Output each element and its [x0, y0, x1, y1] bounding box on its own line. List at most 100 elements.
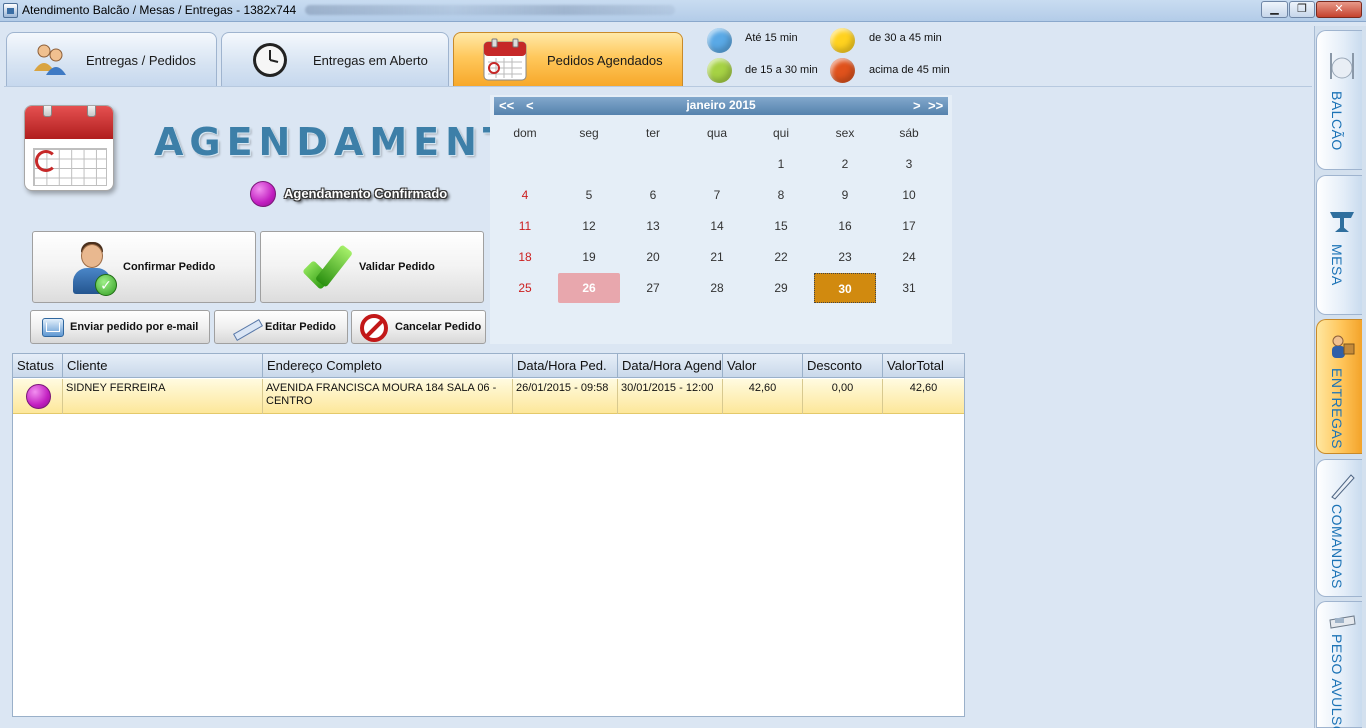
calendar-day[interactable]: 11 [494, 211, 556, 241]
calendar-day[interactable]: 23 [814, 242, 876, 272]
side-tab-comandas[interactable]: COMANDAS [1316, 459, 1362, 597]
calendar-icon [483, 38, 527, 81]
validate-order-button[interactable]: Validar Pedido [260, 231, 484, 303]
calendar-day[interactable]: 10 [878, 180, 940, 210]
table-row[interactable]: SIDNEY FERREIRA AVENIDA FRANCISCA MOURA … [13, 379, 964, 414]
calendar-day[interactable]: 18 [494, 242, 556, 272]
column-header-data-agendamento[interactable]: Data/Hora Agend [618, 354, 723, 378]
cancel-icon [360, 314, 388, 342]
calendar-weekday: qua [706, 126, 728, 140]
next-month-button[interactable]: > [913, 98, 921, 113]
calendar-day[interactable]: 19 [558, 242, 620, 272]
close-button[interactable]: ✕ [1316, 1, 1362, 18]
status-cell [13, 379, 63, 414]
column-header-cliente[interactable]: Cliente [63, 354, 263, 378]
status-dot [26, 384, 51, 409]
calendar-day[interactable]: 26 [558, 273, 620, 303]
column-header-status[interactable]: Status [13, 354, 63, 378]
legend-label: Até 15 min [745, 32, 798, 44]
tab-pedidos-agendados[interactable]: Pedidos Agendados [453, 32, 683, 86]
edit-order-button[interactable]: Editar Pedido [214, 310, 348, 344]
legend-label: acima de 45 min [869, 64, 950, 76]
legend-green-dot [707, 58, 732, 83]
calendar-day[interactable]: 21 [686, 242, 748, 272]
clock-icon [253, 43, 287, 77]
legend-red-dot [830, 58, 855, 83]
pencil-icon [231, 319, 261, 337]
cutlery-icon [1330, 53, 1354, 79]
delivery-icon [1332, 335, 1355, 358]
cancel-order-button[interactable]: Cancelar Pedido [351, 310, 486, 344]
tab-entregas-aberto[interactable]: Entregas em Aberto [221, 32, 449, 86]
pen-icon [1331, 474, 1355, 500]
side-tab-peso-avulso[interactable]: PESO AVULSO [1316, 601, 1362, 728]
calendar-day[interactable]: 3 [878, 149, 940, 179]
column-header-desconto[interactable]: Desconto [803, 354, 883, 378]
calendar-day[interactable]: 7 [686, 180, 748, 210]
legend-label: de 15 a 30 min [745, 64, 818, 76]
tab-label: Entregas em Aberto [313, 53, 428, 68]
side-tab-entregas[interactable]: ENTREGAS [1316, 319, 1362, 454]
calendar-day[interactable]: 29 [750, 273, 812, 303]
email-order-button[interactable]: Enviar pedido por e-mail [30, 310, 210, 344]
legend-blue-dot [707, 28, 732, 53]
confirm-order-button[interactable]: ✓ Confirmar Pedido [32, 231, 256, 303]
side-tab-mesa[interactable]: MESA [1316, 175, 1362, 315]
calendar-day[interactable]: 9 [814, 180, 876, 210]
side-tab-label: ENTREGAS [1329, 368, 1345, 450]
calendar-day[interactable]: 28 [686, 273, 748, 303]
calendar-day[interactable]: 22 [750, 242, 812, 272]
calendar-widget: janeiro 2015 << < > >> dom seg ter qua qui se… [490, 95, 952, 344]
cliente-cell: SIDNEY FERREIRA [63, 379, 263, 414]
orders-table: Status Cliente Endereço Completo Data/Ho… [12, 353, 965, 717]
calendar-day[interactable]: 31 [878, 273, 940, 303]
scheduling-calendar-icon [24, 105, 114, 191]
title-bar: Atendimento Balcão / Mesas / Entregas - … [0, 0, 1366, 22]
calendar-day[interactable]: 4 [494, 180, 556, 210]
tab-label: Pedidos Agendados [547, 53, 663, 68]
people-icon [34, 44, 66, 75]
panel-divider [4, 86, 1312, 87]
calendar-day[interactable]: 15 [750, 211, 812, 241]
calendar-day[interactable]: 1 [750, 149, 812, 179]
calendar-day[interactable]: 20 [622, 242, 684, 272]
maximize-button[interactable]: ❐ [1289, 1, 1315, 18]
calendar-header: janeiro 2015 << < > >> [494, 97, 948, 115]
calendar-day[interactable]: 6 [622, 180, 684, 210]
valor-total-cell: 42,60 [909, 382, 938, 394]
calendar-day[interactable]: 25 [494, 273, 556, 303]
column-header-endereco[interactable]: Endereço Completo [263, 354, 513, 378]
calendar-day[interactable]: 13 [622, 211, 684, 241]
prev-month-button[interactable]: < [526, 98, 534, 113]
next-year-button[interactable]: >> [928, 98, 943, 113]
side-tab-label: COMANDAS [1329, 504, 1345, 589]
valor-cell: 42,60 [723, 379, 803, 414]
column-header-valor-total[interactable]: ValorTotal [883, 354, 964, 378]
calendar-weekday: sáb [899, 126, 919, 140]
calendar-day[interactable]: 2 [814, 149, 876, 179]
calendar-day[interactable]: 16 [814, 211, 876, 241]
side-tab-label: BALCÃO [1329, 91, 1345, 151]
calendar-weekday: dom [513, 126, 537, 140]
calendar-weekday: sex [835, 126, 855, 140]
column-header-valor[interactable]: Valor [723, 354, 803, 378]
data-agendamento-cell: 30/01/2015 - 12:00 [618, 379, 723, 414]
calendar-day[interactable]: 30 [814, 273, 876, 303]
calendar-day[interactable]: 17 [878, 211, 940, 241]
calendar-day[interactable]: 24 [878, 242, 940, 272]
side-tab-balcao[interactable]: BALCÃO [1316, 30, 1362, 170]
calendar-day[interactable]: 27 [622, 273, 684, 303]
button-label: Enviar pedido por e-mail [70, 321, 199, 333]
calendar-day[interactable]: 12 [558, 211, 620, 241]
minimize-button[interactable]: ▁ [1261, 1, 1288, 18]
button-label: Validar Pedido [359, 261, 435, 273]
calendar-month: janeiro 2015 [686, 98, 756, 112]
calendar-day[interactable]: 14 [686, 211, 748, 241]
desconto-cell: 0,00 [803, 379, 883, 414]
calendar-day[interactable]: 5 [558, 180, 620, 210]
column-header-data-pedido[interactable]: Data/Hora Ped. [513, 354, 618, 378]
checkmark-icon [305, 246, 357, 286]
tab-entregas-pedidos[interactable]: Entregas / Pedidos [6, 32, 217, 86]
prev-year-button[interactable]: << [499, 98, 514, 113]
calendar-day[interactable]: 8 [750, 180, 812, 210]
